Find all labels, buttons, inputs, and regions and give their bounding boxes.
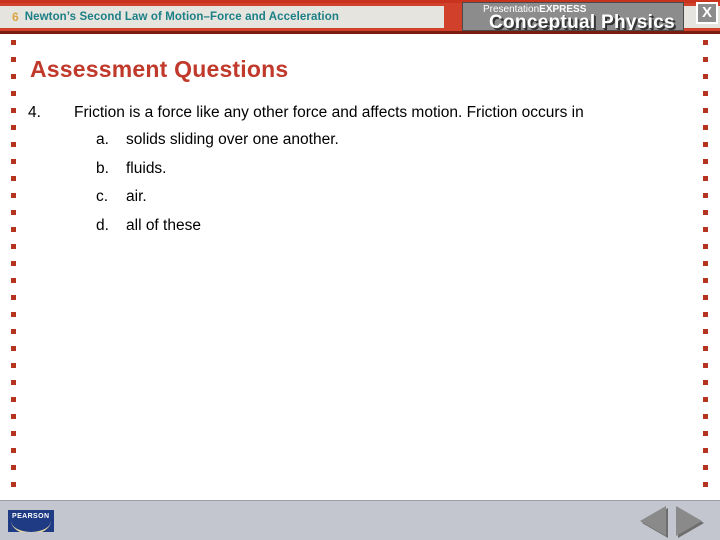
rule-dot [11, 193, 16, 198]
rule-dot [11, 125, 16, 130]
rule-dot [703, 278, 708, 283]
answer-choice-d[interactable]: d. all of these [96, 212, 678, 241]
rule-dot [703, 159, 708, 164]
answer-choice-letter: a. [96, 131, 109, 148]
rule-dot [11, 431, 16, 436]
chapter-title: Newton’s Second Law of Motion–Force and … [24, 11, 339, 23]
rule-dot [11, 397, 16, 402]
rule-dot [11, 414, 16, 419]
rule-dot [11, 278, 16, 283]
rule-dot [11, 210, 16, 215]
rule-dot [11, 91, 16, 96]
slide-footer-bar: PEARSON [0, 500, 720, 540]
rule-dot [11, 482, 16, 487]
close-icon[interactable]: X [696, 2, 718, 24]
rule-dot [703, 244, 708, 249]
pearson-swoosh-icon [11, 521, 51, 532]
answer-choice-b[interactable]: b. fluids. [96, 155, 678, 184]
answer-choice-text: all of these [126, 216, 201, 234]
answer-choice-text: solids sliding over one another. [126, 131, 339, 148]
rule-dot [703, 295, 708, 300]
rule-dot [703, 380, 708, 385]
rule-dot [11, 448, 16, 453]
rule-dot [703, 363, 708, 368]
rule-dot [703, 142, 708, 147]
answer-choice-letter: d. [96, 216, 109, 234]
rule-dot [703, 312, 708, 317]
rule-dot [11, 346, 16, 351]
right-dotted-rule [703, 40, 709, 492]
answer-choice-list: a. solids sliding over one another. b. f… [96, 126, 678, 240]
rule-dot [11, 40, 16, 45]
rule-dot [11, 159, 16, 164]
rule-dot [11, 295, 16, 300]
pearson-logo: PEARSON [8, 510, 54, 532]
header-bottom-rule [0, 31, 720, 34]
rule-dot [703, 414, 708, 419]
rule-dot [11, 227, 16, 232]
rule-dot [703, 448, 708, 453]
rule-dot [703, 329, 708, 334]
pearson-wordmark: PEARSON [12, 513, 50, 520]
rule-dot [11, 465, 16, 470]
rule-dot [703, 193, 708, 198]
question-row: 4. Friction is a force like any other fo… [28, 101, 678, 125]
rule-dot [11, 74, 16, 79]
rule-dot [703, 176, 708, 181]
rule-dot [703, 91, 708, 96]
rule-dot [703, 482, 708, 487]
rule-dot [703, 57, 708, 62]
question-block: 4. Friction is a force like any other fo… [28, 101, 678, 240]
rule-dot [703, 108, 708, 113]
rule-dot [11, 142, 16, 147]
rule-dot [11, 312, 16, 317]
rule-dot [703, 227, 708, 232]
rule-dot [703, 431, 708, 436]
previous-slide-arrow-icon[interactable] [640, 506, 666, 536]
rule-dot [703, 397, 708, 402]
answer-choice-letter: b. [96, 159, 109, 177]
rule-dot [703, 261, 708, 266]
rule-dot [703, 346, 708, 351]
rule-dot [703, 125, 708, 130]
rule-dot [703, 465, 708, 470]
rule-dot [703, 210, 708, 215]
rule-dot [703, 40, 708, 45]
page-title: Assessment Questions [30, 56, 289, 82]
rule-dot [11, 176, 16, 181]
product-title: Conceptual Physics [489, 12, 675, 31]
chapter-title-plate: 6 Newton’s Second Law of Motion–Force an… [0, 6, 444, 28]
presentation-express-brand-panel: PresentationEXPRESS Conceptual Physics [462, 2, 684, 31]
answer-choice-text: air. [126, 188, 147, 205]
rule-dot [11, 244, 16, 249]
rule-dot [11, 380, 16, 385]
next-slide-arrow-icon[interactable] [676, 506, 702, 536]
rule-dot [11, 329, 16, 334]
rule-dot [11, 57, 16, 62]
answer-choice-text: fluids. [126, 159, 167, 177]
answer-choice-a[interactable]: a. solids sliding over one another. [96, 126, 678, 155]
rule-dot [11, 261, 16, 266]
left-dotted-rule [11, 40, 17, 492]
chapter-number: 6 [12, 10, 19, 24]
answer-choice-letter: c. [96, 188, 109, 205]
rule-dot [11, 108, 16, 113]
slide-header-bar: 6 Newton’s Second Law of Motion–Force an… [0, 0, 720, 34]
question-number: 4. [28, 104, 41, 121]
rule-dot [11, 363, 16, 368]
question-text: Friction is a force like any other force… [74, 104, 584, 121]
answer-choice-c[interactable]: c. air. [96, 183, 678, 212]
rule-dot [703, 74, 708, 79]
